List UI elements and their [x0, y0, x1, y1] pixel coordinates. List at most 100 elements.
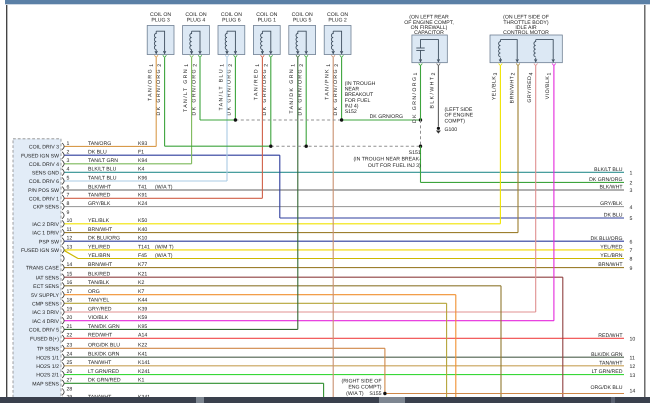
svg-text:1: 1 [184, 64, 190, 67]
svg-text:DK GRN/ORG: DK GRN/ORG [589, 177, 622, 183]
svg-text:9: 9 [630, 266, 633, 272]
svg-text:14: 14 [630, 389, 636, 395]
svg-text:PLUG 3: PLUG 3 [151, 18, 170, 24]
svg-text:PLUG 2: PLUG 2 [328, 18, 347, 24]
svg-text:TAN/DK GRN: TAN/DK GRN [289, 68, 295, 114]
svg-text:TAN/WHT: TAN/WHT [599, 360, 623, 366]
svg-text:P/N POS SW: P/N POS SW [28, 188, 59, 194]
svg-text:2: 2 [228, 64, 234, 67]
svg-text:2: 2 [157, 64, 163, 67]
svg-text:10: 10 [630, 337, 636, 343]
svg-text:7: 7 [630, 248, 633, 254]
svg-text:COIL DRIV 5: COIL DRIV 5 [29, 328, 59, 334]
svg-text:(RIGHT SIDE OF: (RIGHT SIDE OF [342, 378, 382, 384]
svg-text:SENS GND: SENS GND [32, 170, 59, 176]
svg-text:1: 1 [290, 64, 296, 67]
svg-text:BRN/WHT: BRN/WHT [509, 75, 515, 103]
svg-text:TAN/PNK: TAN/PNK [325, 68, 331, 100]
svg-text:HO2S 1/2: HO2S 1/2 [36, 364, 59, 370]
svg-text:YEL/BRN: YEL/BRN [600, 253, 622, 259]
svg-text:GRY/RED: GRY/RED [527, 76, 533, 103]
svg-text:3: 3 [493, 72, 499, 75]
svg-text:11: 11 [630, 355, 635, 361]
svg-text:6: 6 [630, 239, 633, 245]
svg-text:PLUG 6: PLUG 6 [222, 18, 241, 24]
svg-text:TAN/LT BLU: TAN/LT BLU [218, 68, 224, 111]
svg-text:PLUG 4: PLUG 4 [187, 18, 206, 24]
svg-text:5: 5 [630, 216, 633, 222]
svg-text:YEL/BLK: YEL/BLK [492, 76, 498, 101]
svg-text:DK GRN/ORG: DK GRN/ORG [156, 68, 162, 115]
svg-text:1: 1 [326, 64, 332, 67]
svg-text:COIL DRIV 6: COIL DRIV 6 [29, 179, 59, 185]
svg-text:G100: G100 [445, 127, 458, 133]
svg-text:1: 1 [413, 72, 419, 75]
svg-text:DK GRN/ORG: DK GRN/ORG [262, 68, 268, 115]
svg-text:IAT SENS: IAT SENS [36, 275, 60, 281]
svg-text:BLK/LT BLU: BLK/LT BLU [594, 167, 623, 173]
svg-text:CMP SENS: CMP SENS [32, 301, 60, 307]
svg-text:TAN/RED: TAN/RED [254, 68, 260, 100]
svg-text:HO2S 2/1: HO2S 2/1 [36, 373, 59, 379]
svg-text:2: 2 [630, 181, 633, 187]
svg-text:COIL DRIV 1: COIL DRIV 1 [29, 196, 59, 202]
svg-text:2: 2 [263, 64, 269, 67]
svg-text:FUSED IGN SW: FUSED IGN SW [21, 248, 59, 254]
svg-text:FUSED IGN SW: FUSED IGN SW [21, 153, 59, 159]
svg-text:IAC 3 DRIV: IAC 3 DRIV [32, 310, 59, 316]
svg-text:1: 1 [220, 64, 226, 67]
svg-text:DK GRN/ORG: DK GRN/ORG [191, 68, 197, 115]
svg-text:8: 8 [630, 257, 633, 263]
svg-text:2: 2 [193, 64, 199, 67]
svg-text:DK GRN/ORG: DK GRN/ORG [227, 68, 233, 115]
svg-text:5V SUPPLY: 5V SUPPLY [31, 293, 59, 299]
svg-text:IAC 4 DRIV: IAC 4 DRIV [32, 319, 59, 325]
svg-text:COIL DRIV 4: COIL DRIV 4 [29, 162, 59, 168]
svg-text:IAC 1 DRIV: IAC 1 DRIV [32, 231, 59, 237]
svg-text:COMPT): COMPT) [445, 118, 466, 124]
svg-text:TRANS CASE: TRANS CASE [26, 266, 60, 272]
svg-text:9: 9 [67, 210, 70, 216]
svg-text:BLK/WHT: BLK/WHT [599, 185, 623, 191]
svg-text:IAC 2 DRIV: IAC 2 DRIV [32, 222, 59, 228]
svg-text:28: 28 [67, 386, 73, 392]
svg-text:TP SENS: TP SENS [37, 346, 60, 352]
svg-text:DK GRN/ORG: DK GRN/ORG [298, 68, 304, 115]
svg-text:DK BLU/ORG: DK BLU/ORG [591, 236, 623, 242]
svg-text:PSP SW: PSP SW [39, 239, 59, 245]
svg-text:(W/A T) S155: (W/A T) S155 [346, 391, 381, 397]
svg-text:COIL DRIV 3: COIL DRIV 3 [29, 145, 59, 151]
svg-text:DK GRN/ORG: DK GRN/ORG [333, 68, 339, 115]
svg-text:ORG/DK BLU: ORG/DK BLU [591, 385, 623, 391]
svg-text:12: 12 [630, 364, 636, 370]
svg-text:4: 4 [528, 72, 534, 75]
svg-text:2: 2 [299, 64, 305, 67]
svg-text:GRY/BLK: GRY/BLK [600, 201, 623, 207]
svg-text:YEL/RED: YEL/RED [600, 245, 622, 251]
svg-text:(IN TROUGH NEAR BREAK-: (IN TROUGH NEAR BREAK- [353, 157, 421, 163]
svg-text:BRN/WHT: BRN/WHT [598, 262, 623, 268]
svg-text:DK GRN/ORG: DK GRN/ORG [370, 114, 403, 120]
svg-text:3: 3 [630, 188, 633, 194]
svg-text:MAP SENS: MAP SENS [32, 381, 59, 387]
svg-text:13: 13 [630, 373, 636, 379]
svg-text:1: 1 [630, 171, 633, 177]
svg-text:S151: S151 [409, 150, 421, 156]
svg-text:1: 1 [547, 72, 553, 75]
svg-text:BLK/DK GRN: BLK/DK GRN [591, 352, 623, 358]
svg-text:2: 2 [334, 64, 340, 67]
svg-text:VIO/BLK: VIO/BLK [545, 76, 551, 100]
svg-text:DK GRN/ORG: DK GRN/ORG [412, 76, 418, 123]
svg-text:FUSED B(+): FUSED B(+) [30, 336, 59, 342]
svg-text:LT GRN/RED: LT GRN/RED [592, 369, 623, 375]
svg-text:RED/WHT: RED/WHT [598, 333, 623, 339]
svg-text:ENG COMPT): ENG COMPT) [348, 385, 381, 391]
svg-text:OUT FOR FUEL INJ 3): OUT FOR FUEL INJ 3) [368, 163, 421, 169]
svg-text:1: 1 [149, 64, 155, 67]
svg-text:BLK/WHT: BLK/WHT [430, 76, 436, 109]
svg-text:2: 2 [511, 72, 517, 75]
svg-text:TAN/LT GRN: TAN/LT GRN [183, 68, 189, 112]
svg-text:1: 1 [255, 64, 261, 67]
svg-text:2: 2 [431, 72, 437, 75]
svg-text:ECT SENS: ECT SENS [33, 284, 59, 290]
